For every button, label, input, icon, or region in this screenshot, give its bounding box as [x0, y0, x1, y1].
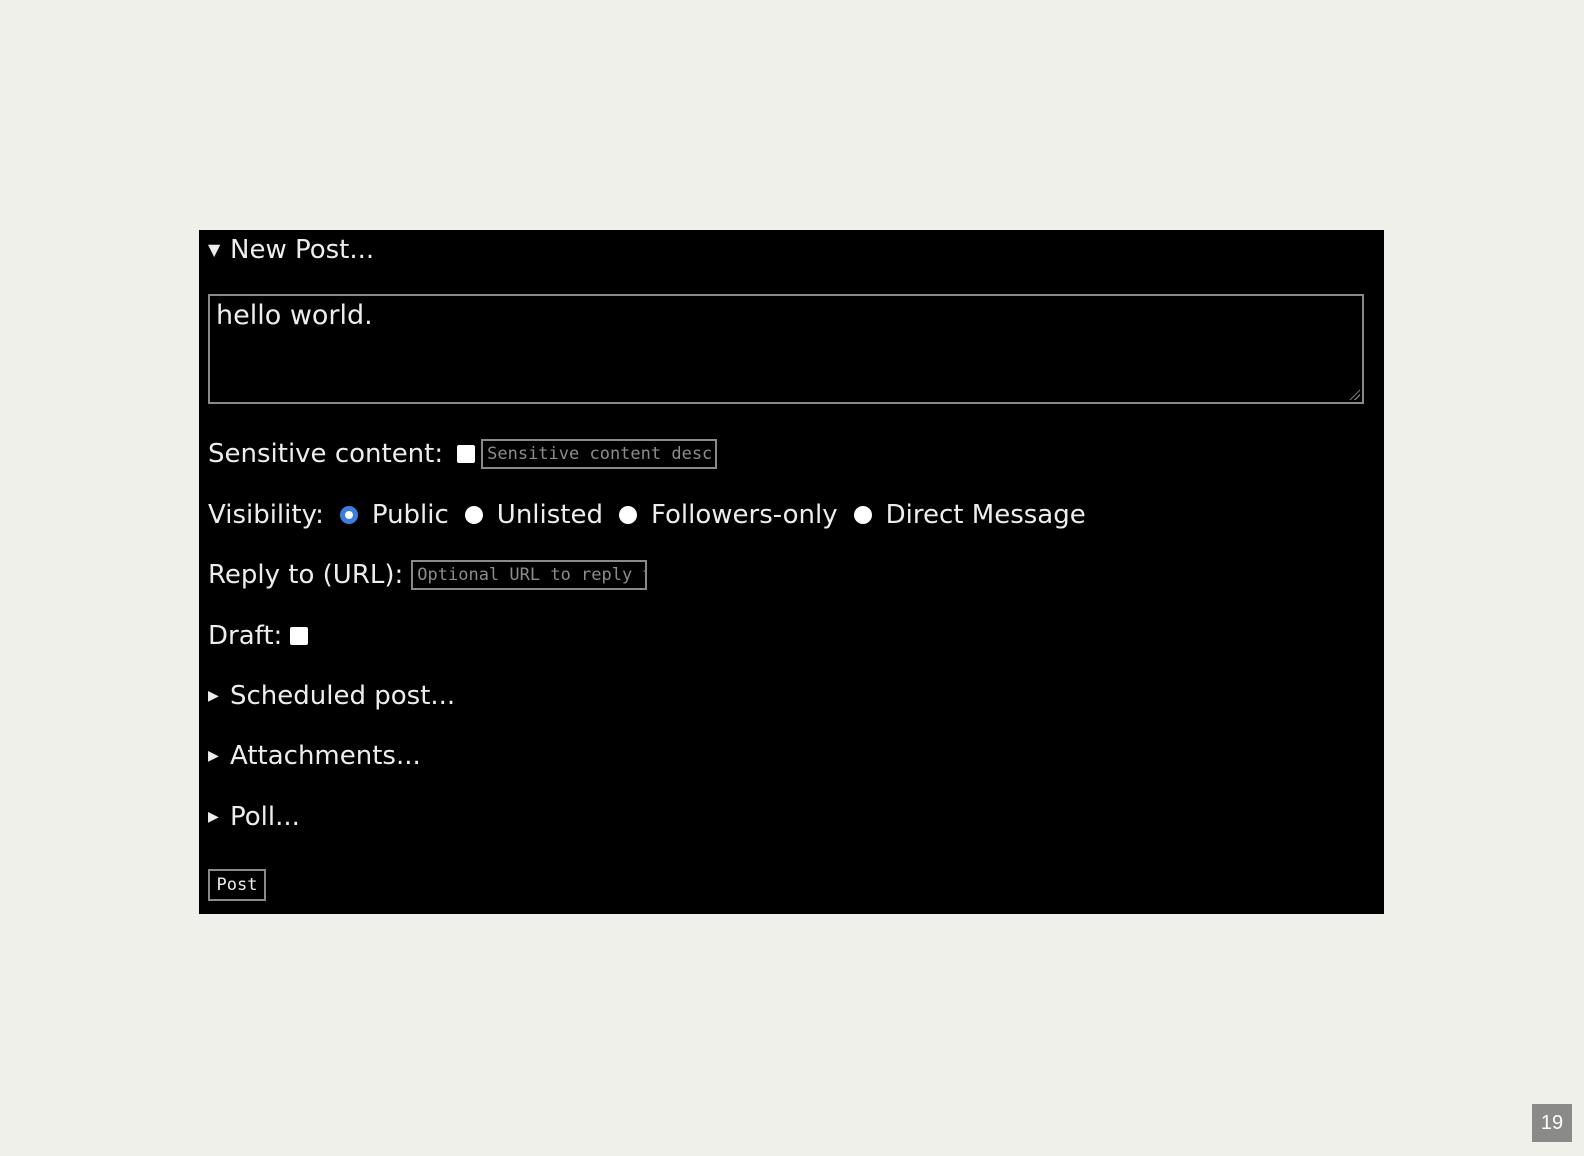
- new-post-summary-label: New Post...: [230, 235, 375, 265]
- reply-to-label: Reply to (URL):: [208, 560, 404, 590]
- post-button[interactable]: Post: [208, 869, 266, 901]
- visibility-label: Visibility:: [208, 500, 324, 530]
- attachments-label: Attachments...: [230, 741, 421, 771]
- triangle-right-icon: ▶: [208, 748, 219, 764]
- page-number-badge: 19: [1532, 1104, 1572, 1142]
- radio-direct-message[interactable]: [853, 506, 872, 524]
- draft-row: Draft:: [208, 621, 309, 651]
- new-post-panel: ▼ New Post... hello world. Sensitive con…: [199, 230, 1384, 914]
- triangle-right-icon: ▶: [208, 809, 219, 825]
- visibility-row: Visibility: Public Unlisted Followers-on…: [208, 500, 1102, 530]
- draft-label: Draft:: [208, 621, 283, 651]
- scheduled-post-label: Scheduled post...: [230, 681, 456, 711]
- new-post-summary[interactable]: ▼ New Post...: [208, 235, 374, 265]
- post-content-textarea[interactable]: hello world.: [208, 294, 1364, 404]
- attachments-summary[interactable]: ▶ Attachments...: [208, 741, 421, 771]
- visibility-option-label: Followers-only: [651, 500, 838, 530]
- post-content-text: hello world.: [216, 300, 373, 331]
- scheduled-post-summary[interactable]: ▶ Scheduled post...: [208, 681, 455, 711]
- radio-unlisted[interactable]: [464, 506, 483, 524]
- visibility-option-label: Unlisted: [496, 500, 603, 530]
- visibility-option-public[interactable]: Public: [339, 500, 449, 530]
- poll-label: Poll...: [230, 802, 300, 832]
- radio-public[interactable]: [339, 506, 358, 524]
- triangle-down-icon: ▼: [208, 240, 221, 259]
- visibility-option-label: Direct Message: [885, 500, 1086, 530]
- resize-grip-icon[interactable]: [1348, 388, 1360, 400]
- draft-checkbox[interactable]: [290, 627, 309, 645]
- reply-to-row: Reply to (URL): Optional URL to reply t: [208, 560, 648, 590]
- radio-followers-only[interactable]: [619, 506, 637, 524]
- visibility-option-followers-only[interactable]: Followers-only: [619, 500, 838, 530]
- sensitive-content-label: Sensitive content:: [208, 439, 444, 469]
- sensitive-content-row: Sensitive content: Sensitive content des…: [208, 439, 718, 469]
- visibility-option-label: Public: [371, 500, 449, 530]
- visibility-option-direct-message[interactable]: Direct Message: [853, 500, 1086, 530]
- sensitive-content-checkbox[interactable]: [457, 445, 476, 463]
- visibility-option-unlisted[interactable]: Unlisted: [464, 500, 603, 530]
- reply-to-url-input[interactable]: Optional URL to reply t: [411, 560, 648, 590]
- triangle-right-icon: ▶: [208, 688, 219, 704]
- poll-summary[interactable]: ▶ Poll...: [208, 802, 300, 832]
- sensitive-content-description-input[interactable]: Sensitive content descr: [481, 439, 718, 469]
